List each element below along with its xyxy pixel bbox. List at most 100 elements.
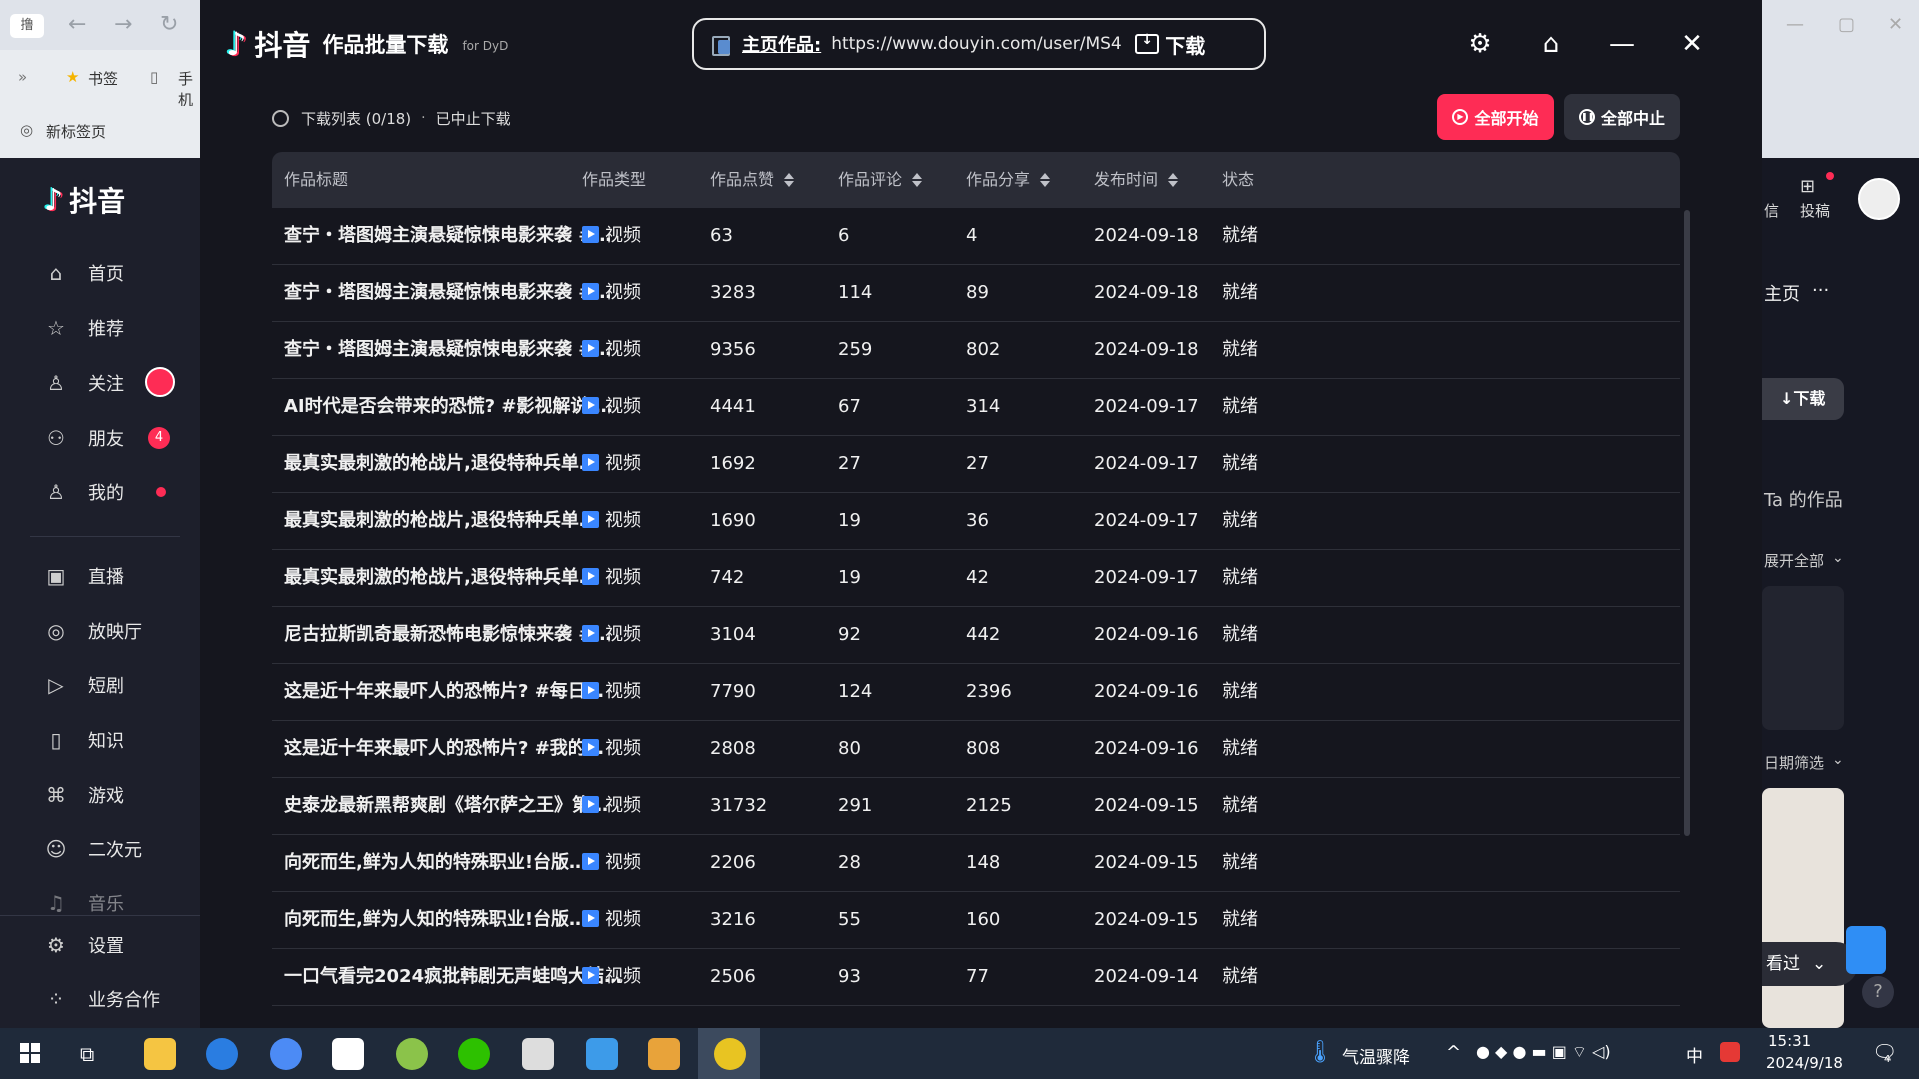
cell-status: 就绪 (1222, 909, 1258, 930)
file-explorer-icon[interactable] (144, 1038, 176, 1070)
url-download-button[interactable]: 下载 (1135, 30, 1205, 59)
minimize-icon[interactable]: — (1604, 26, 1640, 62)
column-likes[interactable]: 作品点赞 (710, 152, 795, 208)
user-avatar[interactable] (1858, 178, 1900, 220)
app-brand: 抖音 (254, 29, 311, 62)
clock-time[interactable]: 15:31 (1768, 1032, 1811, 1050)
thermometer-icon: 🌡 (1306, 1040, 1334, 1065)
bookmark-item[interactable]: 手机 (178, 68, 200, 110)
browser-tab-icon[interactable]: 撸 (10, 14, 44, 38)
table-row[interactable]: 最真实最刺激的枪战片,退役特种兵单… 视频 1690 19 36 2024-09-17 就绪 (272, 493, 1680, 550)
table-row[interactable]: 一口气看完2024疯批韩剧无声蛙鸣大结… 视频 2506 93 77 2024-09-14… (272, 949, 1680, 1006)
table-row[interactable]: AI时代是否会带来的恐慌? #影视解说 … 视频 4441 67 314 2024-09-… (272, 379, 1680, 436)
expand-all-link[interactable]: 展开全部 (1764, 550, 1824, 571)
sidebar-item-recommend[interactable]: ☆ 推荐 (44, 313, 124, 343)
video-thumbnail[interactable] (1762, 586, 1844, 730)
sidebar-item-follow[interactable]: ♙ 关注 (44, 368, 124, 398)
newtab-link[interactable]: 新标签页 (46, 121, 106, 142)
date-filter-link[interactable]: 日期筛选 (1764, 752, 1824, 773)
close-icon[interactable]: ✕ (1674, 26, 1710, 62)
table-row[interactable]: 最真实最刺激的枪战片,退役特种兵单… 视频 1692 27 27 2024-09-17 就绪 (272, 436, 1680, 493)
ime-indicator[interactable]: 中 (1686, 1042, 1703, 1067)
maximize-icon[interactable]: ▢ (1838, 14, 1855, 35)
help-icon[interactable]: ? (1862, 976, 1894, 1008)
sort-icon[interactable] (784, 172, 795, 188)
sidebar-item-drama[interactable]: ▷ 短剧 (44, 670, 124, 700)
home-icon[interactable]: ⌂ (1533, 26, 1569, 62)
download-stop-status: 已中止下载 (435, 109, 511, 128)
table-scrollbar[interactable] (1684, 210, 1690, 836)
gear-icon[interactable]: ⚙ (1462, 26, 1498, 62)
bookmark-item[interactable]: 书签 (88, 68, 118, 89)
sidebar-item-home[interactable]: ⌂ 首页 (44, 258, 124, 288)
table-row[interactable]: 查宁・塔图姆主演悬疑惊悚电影来袭 #… 视频 63 6 4 2024-09-18 就绪 (272, 208, 1680, 265)
column-comments[interactable]: 作品评论 (838, 152, 923, 208)
cell-title: 这是近十年来最吓人的恐怖片? #我的… (284, 738, 604, 759)
chrome-icon[interactable] (270, 1038, 302, 1070)
app-icon[interactable] (396, 1038, 428, 1070)
sidebar-item-games[interactable]: ⌘ 游戏 (44, 780, 124, 810)
sidebar-item-anime[interactable]: ☺ 二次元 (44, 834, 142, 864)
table-row[interactable]: 查宁・塔图姆主演悬疑惊悚电影来袭 #… 视频 3283 114 89 2024-09-18… (272, 265, 1680, 322)
back-icon[interactable]: ← (68, 12, 86, 37)
homepage-label[interactable]: 主页 (1764, 280, 1800, 306)
security-shield-icon[interactable] (522, 1038, 554, 1070)
sort-icon[interactable] (912, 172, 923, 188)
sidebar-item-knowledge[interactable]: ▯ 知识 (44, 725, 124, 755)
wechat-icon[interactable] (458, 1038, 490, 1070)
cloud-app-icon[interactable] (586, 1038, 618, 1070)
promo-gift-icon[interactable] (1846, 926, 1886, 974)
weather-text[interactable]: 气温骤降 (1342, 1043, 1410, 1068)
video-play-icon (582, 624, 599, 642)
url-input[interactable]: https://www.douyin.com/user/MS4w (831, 34, 1121, 54)
cell-status: 就绪 (1222, 282, 1258, 303)
sidebar-item-cinema[interactable]: ◎ 放映厅 (44, 616, 142, 646)
cell-status: 就绪 (1222, 852, 1258, 873)
tray-expand-icon[interactable]: ^ (1446, 1042, 1461, 1063)
sidebar-item-business[interactable]: ⁘ 业务合作 (44, 984, 160, 1014)
video-thumbnail[interactable] (1762, 788, 1844, 1028)
store-icon[interactable] (648, 1038, 680, 1070)
cell-status: 就绪 (1222, 225, 1258, 246)
url-type-label[interactable]: 主页作品: (742, 31, 821, 57)
reload-icon[interactable]: ↻ (160, 12, 178, 37)
douyin-download-button[interactable]: ↓下载 (1762, 378, 1844, 420)
sort-icon[interactable] (1040, 172, 1051, 188)
column-shares[interactable]: 作品分享 (966, 152, 1051, 208)
sidebar-item-mine[interactable]: ♙ 我的 (44, 477, 124, 507)
tray-app-icons[interactable]: ● ◆ ● ▬ ▣ ⌔ ◁) (1476, 1042, 1611, 1062)
stop-all-button[interactable]: ❚❚ 全部中止 (1564, 94, 1680, 140)
more-icon[interactable]: ··· (1812, 280, 1829, 301)
forward-icon[interactable]: → (114, 12, 132, 37)
minimize-icon[interactable]: — (1786, 14, 1804, 35)
table-row[interactable]: 史泰龙最新黑帮爽剧《塔尔萨之王》第… 视频 31732 291 2125 2024-09-… (272, 778, 1680, 835)
task-view-icon[interactable]: ⧉ (80, 1042, 94, 1066)
sogou-ime-icon[interactable] (1720, 1042, 1740, 1062)
message-label[interactable]: 信 (1764, 200, 1779, 221)
clock-date[interactable]: 2024/9/18 (1766, 1054, 1843, 1072)
browser-icon[interactable] (206, 1038, 238, 1070)
sidebar-item-music[interactable]: ♫ 音乐 (44, 888, 124, 918)
sidebar-item-settings[interactable]: ⚙ 设置 (44, 930, 124, 960)
video-app-icon[interactable] (332, 1038, 364, 1070)
cell-title: 一口气看完2024疯批韩剧无声蛙鸣大结… (284, 966, 623, 987)
table-row[interactable]: 查宁・塔图姆主演悬疑惊悚电影来袭 #… 视频 9356 259 802 2024-09-1… (272, 322, 1680, 379)
watched-button[interactable]: 看过 ⌄ (1762, 942, 1858, 986)
table-row[interactable]: 这是近十年来最吓人的恐怖片? #每日… 视频 7790 124 2396 2024-09-… (272, 664, 1680, 721)
table-row[interactable]: 向死而生,鲜为人知的特殊职业!台版… 视频 2206 28 148 2024-09-15 就… (272, 835, 1680, 892)
windows-start-icon[interactable] (20, 1043, 40, 1063)
table-row[interactable]: 向死而生,鲜为人知的特殊职业!台版… 视频 3216 55 160 2024-09-15 就… (272, 892, 1680, 949)
table-row[interactable]: 这是近十年来最吓人的恐怖片? #我的… 视频 2808 80 808 2024-09-16… (272, 721, 1680, 778)
post-label[interactable]: 投稿 (1800, 200, 1830, 221)
sort-icon[interactable] (1168, 172, 1179, 188)
start-all-button[interactable]: ▶ 全部开始 (1437, 94, 1554, 140)
table-row[interactable]: 最真实最刺激的枪战片,退役特种兵单… 视频 742 19 42 2024-09-17 就绪 (272, 550, 1680, 607)
pineapple-app-icon[interactable] (714, 1038, 746, 1070)
douyin-logo[interactable]: ♪ 抖音 (44, 180, 125, 220)
close-icon[interactable]: ✕ (1888, 14, 1903, 35)
column-date[interactable]: 发布时间 (1094, 152, 1179, 208)
table-row[interactable]: 尼古拉斯凯奇最新恐怖电影惊悚来袭 #… 视频 3104 92 442 2024-09-16… (272, 607, 1680, 664)
expand-bookmarks-icon[interactable]: » (18, 68, 27, 86)
sidebar-item-live[interactable]: ▣ 直播 (44, 561, 124, 591)
sidebar-item-friends[interactable]: ⚇ 朋友 (44, 423, 124, 453)
